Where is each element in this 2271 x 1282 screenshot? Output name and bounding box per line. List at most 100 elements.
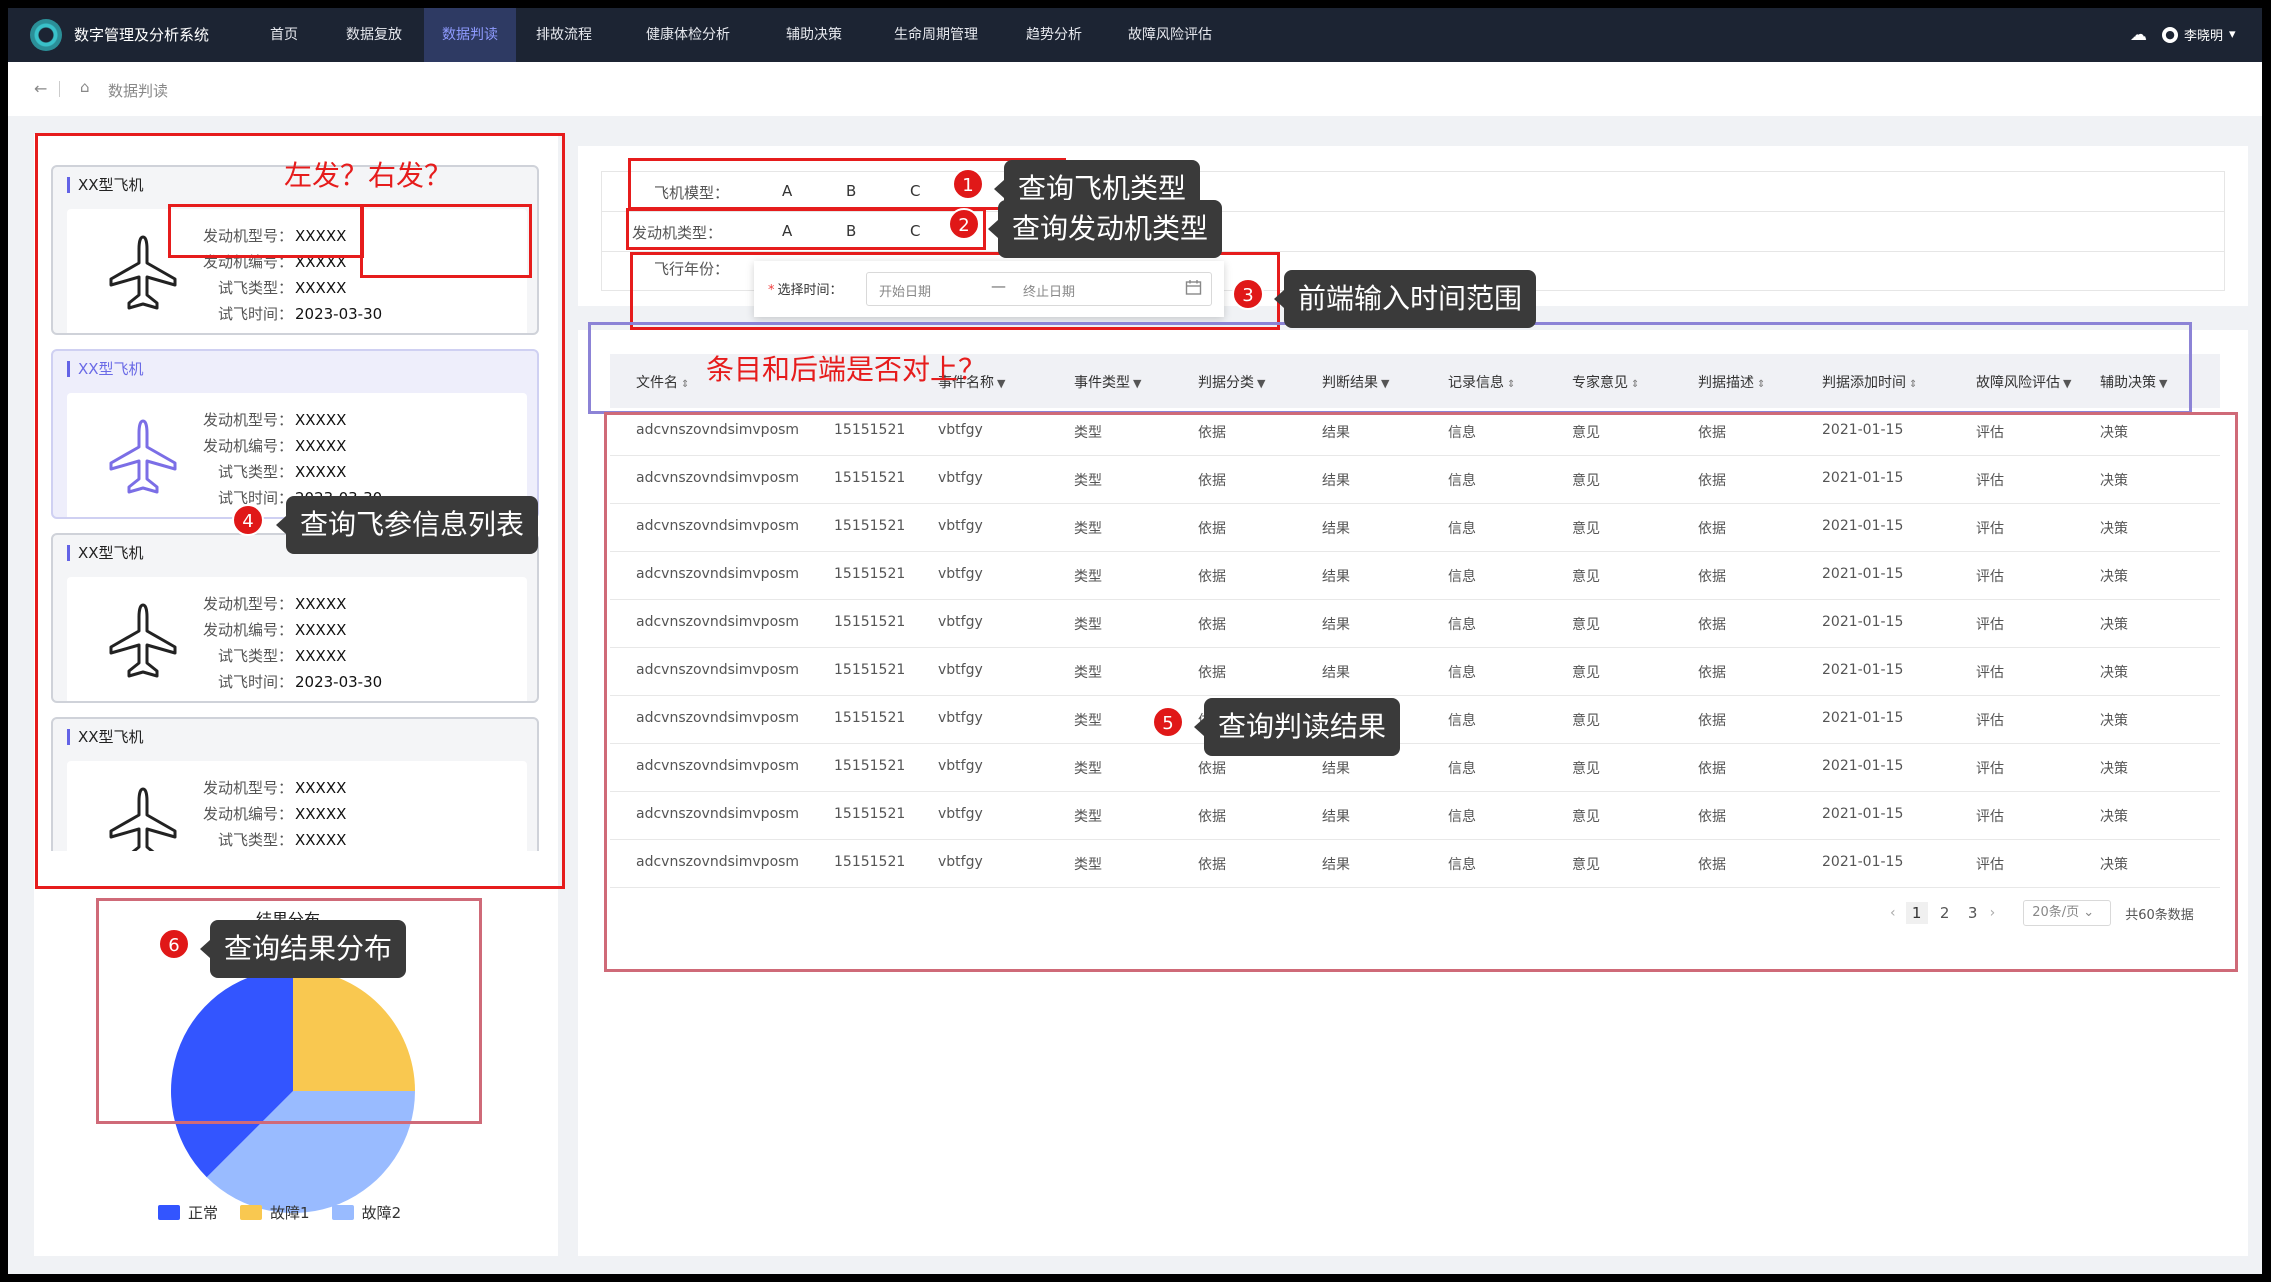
- table-row[interactable]: adcvnszovndsimvposm15151521vbtfgy类型依据结果信…: [610, 696, 2220, 744]
- cell-number: 15151521: [834, 470, 906, 486]
- divider: [59, 81, 60, 97]
- sort-icon[interactable]: ⇕: [1507, 379, 1515, 390]
- sort-icon[interactable]: ⇕: [1757, 379, 1765, 390]
- column-header-label: 文件名: [636, 375, 678, 391]
- column-header-record-info[interactable]: 记录信息 ⇕: [1448, 372, 1515, 392]
- start-date-input[interactable]: 开始日期: [879, 281, 931, 300]
- column-header-criteria-class[interactable]: 判据分类 ▼: [1198, 372, 1265, 392]
- engine-type-option-a[interactable]: A: [782, 222, 792, 240]
- engine-type-option-b[interactable]: B: [846, 222, 856, 240]
- cell-decision: 决策: [2100, 617, 2128, 633]
- airplane-icon: [109, 603, 177, 678]
- cell-record-info: 信息: [1448, 665, 1476, 681]
- cell-number: 15151521: [834, 422, 906, 438]
- user-menu[interactable]: ● 李晓明 ▾: [2162, 25, 2236, 44]
- aircraft-card[interactable]: XX型飞机 发动机型号： XXXXX 发动机编号： XXXXX 试飞类型： XXXXX…: [51, 717, 539, 851]
- next-page-icon[interactable]: ›: [1990, 905, 1996, 921]
- page-1[interactable]: 1: [1905, 902, 1928, 924]
- test-type-value: XXXXX: [295, 463, 347, 481]
- sort-icon[interactable]: ⇕: [1631, 379, 1639, 390]
- engine-model-value: XXXXX: [295, 411, 347, 429]
- home-icon[interactable]: ⌂: [80, 78, 90, 96]
- flight-year-label: 飞行年份：: [654, 260, 730, 278]
- cell-criteria-class: 依据: [1198, 809, 1226, 825]
- table-row[interactable]: adcvnszovndsimvposm15151521vbtfgy类型依据结果信…: [610, 600, 2220, 648]
- cell-expert-opinion: 意见: [1572, 617, 1600, 633]
- nav-item-home[interactable]: 首页: [252, 8, 316, 62]
- aircraft-card-selected[interactable]: XX型飞机 发动机型号： XXXXX 发动机编号： XXXXX 试飞类型： XXXXX…: [51, 349, 539, 519]
- cell-decision: 决策: [2100, 425, 2128, 441]
- aircraft-card-title: XX型飞机: [67, 545, 144, 561]
- column-header-risk-assessment[interactable]: 故障风险评估 ▼: [1976, 372, 2071, 392]
- column-header-criteria-time[interactable]: 判据添加时间 ⇕: [1822, 372, 1917, 392]
- cell-number: 15151521: [834, 758, 906, 774]
- aircraft-card[interactable]: XX型飞机 发动机型号： XXXXX 发动机编号： XXXXX 试飞类型： XXXXX…: [51, 533, 539, 703]
- annotation-callout: 查询判读结果: [1193, 698, 1401, 756]
- page-size-value: 20条/页: [2032, 905, 2080, 920]
- nav-item-lifecycle[interactable]: 生命周期管理: [876, 8, 996, 62]
- table-row[interactable]: adcvnszovndsimvposm15151521vbtfgy类型依据结果信…: [610, 840, 2220, 888]
- legend-item-fault2[interactable]: 故障2: [331, 1202, 401, 1223]
- nav-item-decision-support[interactable]: 辅助决策: [768, 8, 860, 62]
- prev-page-icon[interactable]: ‹: [1890, 905, 1896, 921]
- engine-number-value: XXXXX: [295, 805, 347, 823]
- cell-expert-opinion: 意见: [1572, 761, 1600, 777]
- nav-item-health-check[interactable]: 健康体检分析: [628, 8, 748, 62]
- table-row[interactable]: adcvnszovndsimvposm15151521vbtfgy类型依据结果信…: [610, 744, 2220, 792]
- column-header-event-type[interactable]: 事件类型 ▼: [1074, 372, 1141, 392]
- page-2[interactable]: 2: [1934, 902, 1956, 924]
- test-time-label: 试飞时间：: [217, 673, 293, 691]
- cell-filename: adcvnszovndsimvposm: [636, 518, 800, 534]
- table-row[interactable]: adcvnszovndsimvposm15151521vbtfgy类型依据结果信…: [610, 552, 2220, 600]
- back-arrow-icon[interactable]: ←: [34, 79, 47, 98]
- aircraft-model-option-c[interactable]: C: [910, 182, 920, 200]
- aircraft-model-option-b[interactable]: B: [846, 182, 856, 200]
- table-row[interactable]: adcvnszovndsimvposm15151521vbtfgy类型依据结果信…: [610, 456, 2220, 504]
- aircraft-model-option-a[interactable]: A: [782, 182, 792, 200]
- table-row[interactable]: adcvnszovndsimvposm15151521vbtfgy类型依据结果信…: [610, 504, 2220, 552]
- nav-item-data-replay[interactable]: 数据复放: [328, 8, 420, 62]
- filter-icon[interactable]: ▼: [1257, 377, 1265, 390]
- cell-criteria-desc: 依据: [1698, 521, 1726, 537]
- cloud-upload-icon[interactable]: ☁: [2130, 25, 2147, 45]
- nav-item-troubleshooting[interactable]: 排故流程: [518, 8, 610, 62]
- column-header-criteria-desc[interactable]: 判据描述 ⇕: [1698, 372, 1765, 392]
- engine-number-value: XXXXX: [295, 253, 347, 271]
- annotation-note-columns: 条目和后端是否对上？: [706, 353, 987, 386]
- cell-filename: adcvnszovndsimvposm: [636, 758, 800, 774]
- end-date-input[interactable]: 终止日期: [1023, 281, 1075, 300]
- result-distribution-pie[interactable]: [168, 966, 418, 1216]
- engine-type-option-c[interactable]: C: [910, 222, 920, 240]
- filter-icon[interactable]: ▼: [2159, 377, 2167, 390]
- legend-item-normal[interactable]: 正常: [158, 1202, 218, 1223]
- table-row[interactable]: adcvnszovndsimvposm15151521vbtfgy类型依据结果信…: [610, 408, 2220, 456]
- filter-icon[interactable]: ▼: [997, 377, 1005, 390]
- column-header-decision[interactable]: 辅助决策 ▼: [2100, 372, 2167, 392]
- cell-criteria-time: 2021-01-15: [1822, 854, 1904, 870]
- sort-icon[interactable]: ⇕: [1909, 379, 1917, 390]
- column-header-judgment-result[interactable]: 判断结果 ▼: [1322, 372, 1389, 392]
- date-range-picker[interactable]: 开始日期 — 终止日期: [866, 272, 1212, 306]
- calendar-icon[interactable]: [1185, 279, 1202, 296]
- chevron-down-icon: ⌄: [2083, 905, 2095, 920]
- table-row[interactable]: adcvnszovndsimvposm15151521vbtfgy类型依据结果信…: [610, 648, 2220, 696]
- engine-number-label: 发动机编号：: [202, 805, 293, 823]
- nav-item-risk-assessment[interactable]: 故障风险评估: [1110, 8, 1230, 62]
- filter-icon[interactable]: ▼: [1381, 377, 1389, 390]
- filter-icon[interactable]: ▼: [1133, 377, 1141, 390]
- filter-icon[interactable]: ▼: [2063, 377, 2071, 390]
- column-header-label: 辅助决策: [2100, 375, 2156, 391]
- pie-slice-fault1[interactable]: [293, 969, 415, 1091]
- legend-item-fault1[interactable]: 故障1: [240, 1202, 310, 1223]
- nav-item-trend[interactable]: 趋势分析: [1008, 8, 1100, 62]
- column-header-filename[interactable]: 文件名 ⇕: [636, 372, 689, 392]
- page-size-select[interactable]: 20条/页 ⌄: [2023, 900, 2112, 926]
- table-row[interactable]: adcvnszovndsimvposm15151521vbtfgy类型依据结果信…: [610, 792, 2220, 840]
- sort-icon[interactable]: ⇕: [681, 379, 689, 390]
- column-header-expert-opinion[interactable]: 专家意见 ⇕: [1572, 372, 1639, 392]
- cell-number: 15151521: [834, 662, 906, 678]
- page-3[interactable]: 3: [1962, 902, 1984, 924]
- cell-decision: 决策: [2100, 713, 2128, 729]
- nav-item-data-interpretation[interactable]: 数据判读: [424, 8, 516, 62]
- cell-criteria-class: 依据: [1198, 521, 1226, 537]
